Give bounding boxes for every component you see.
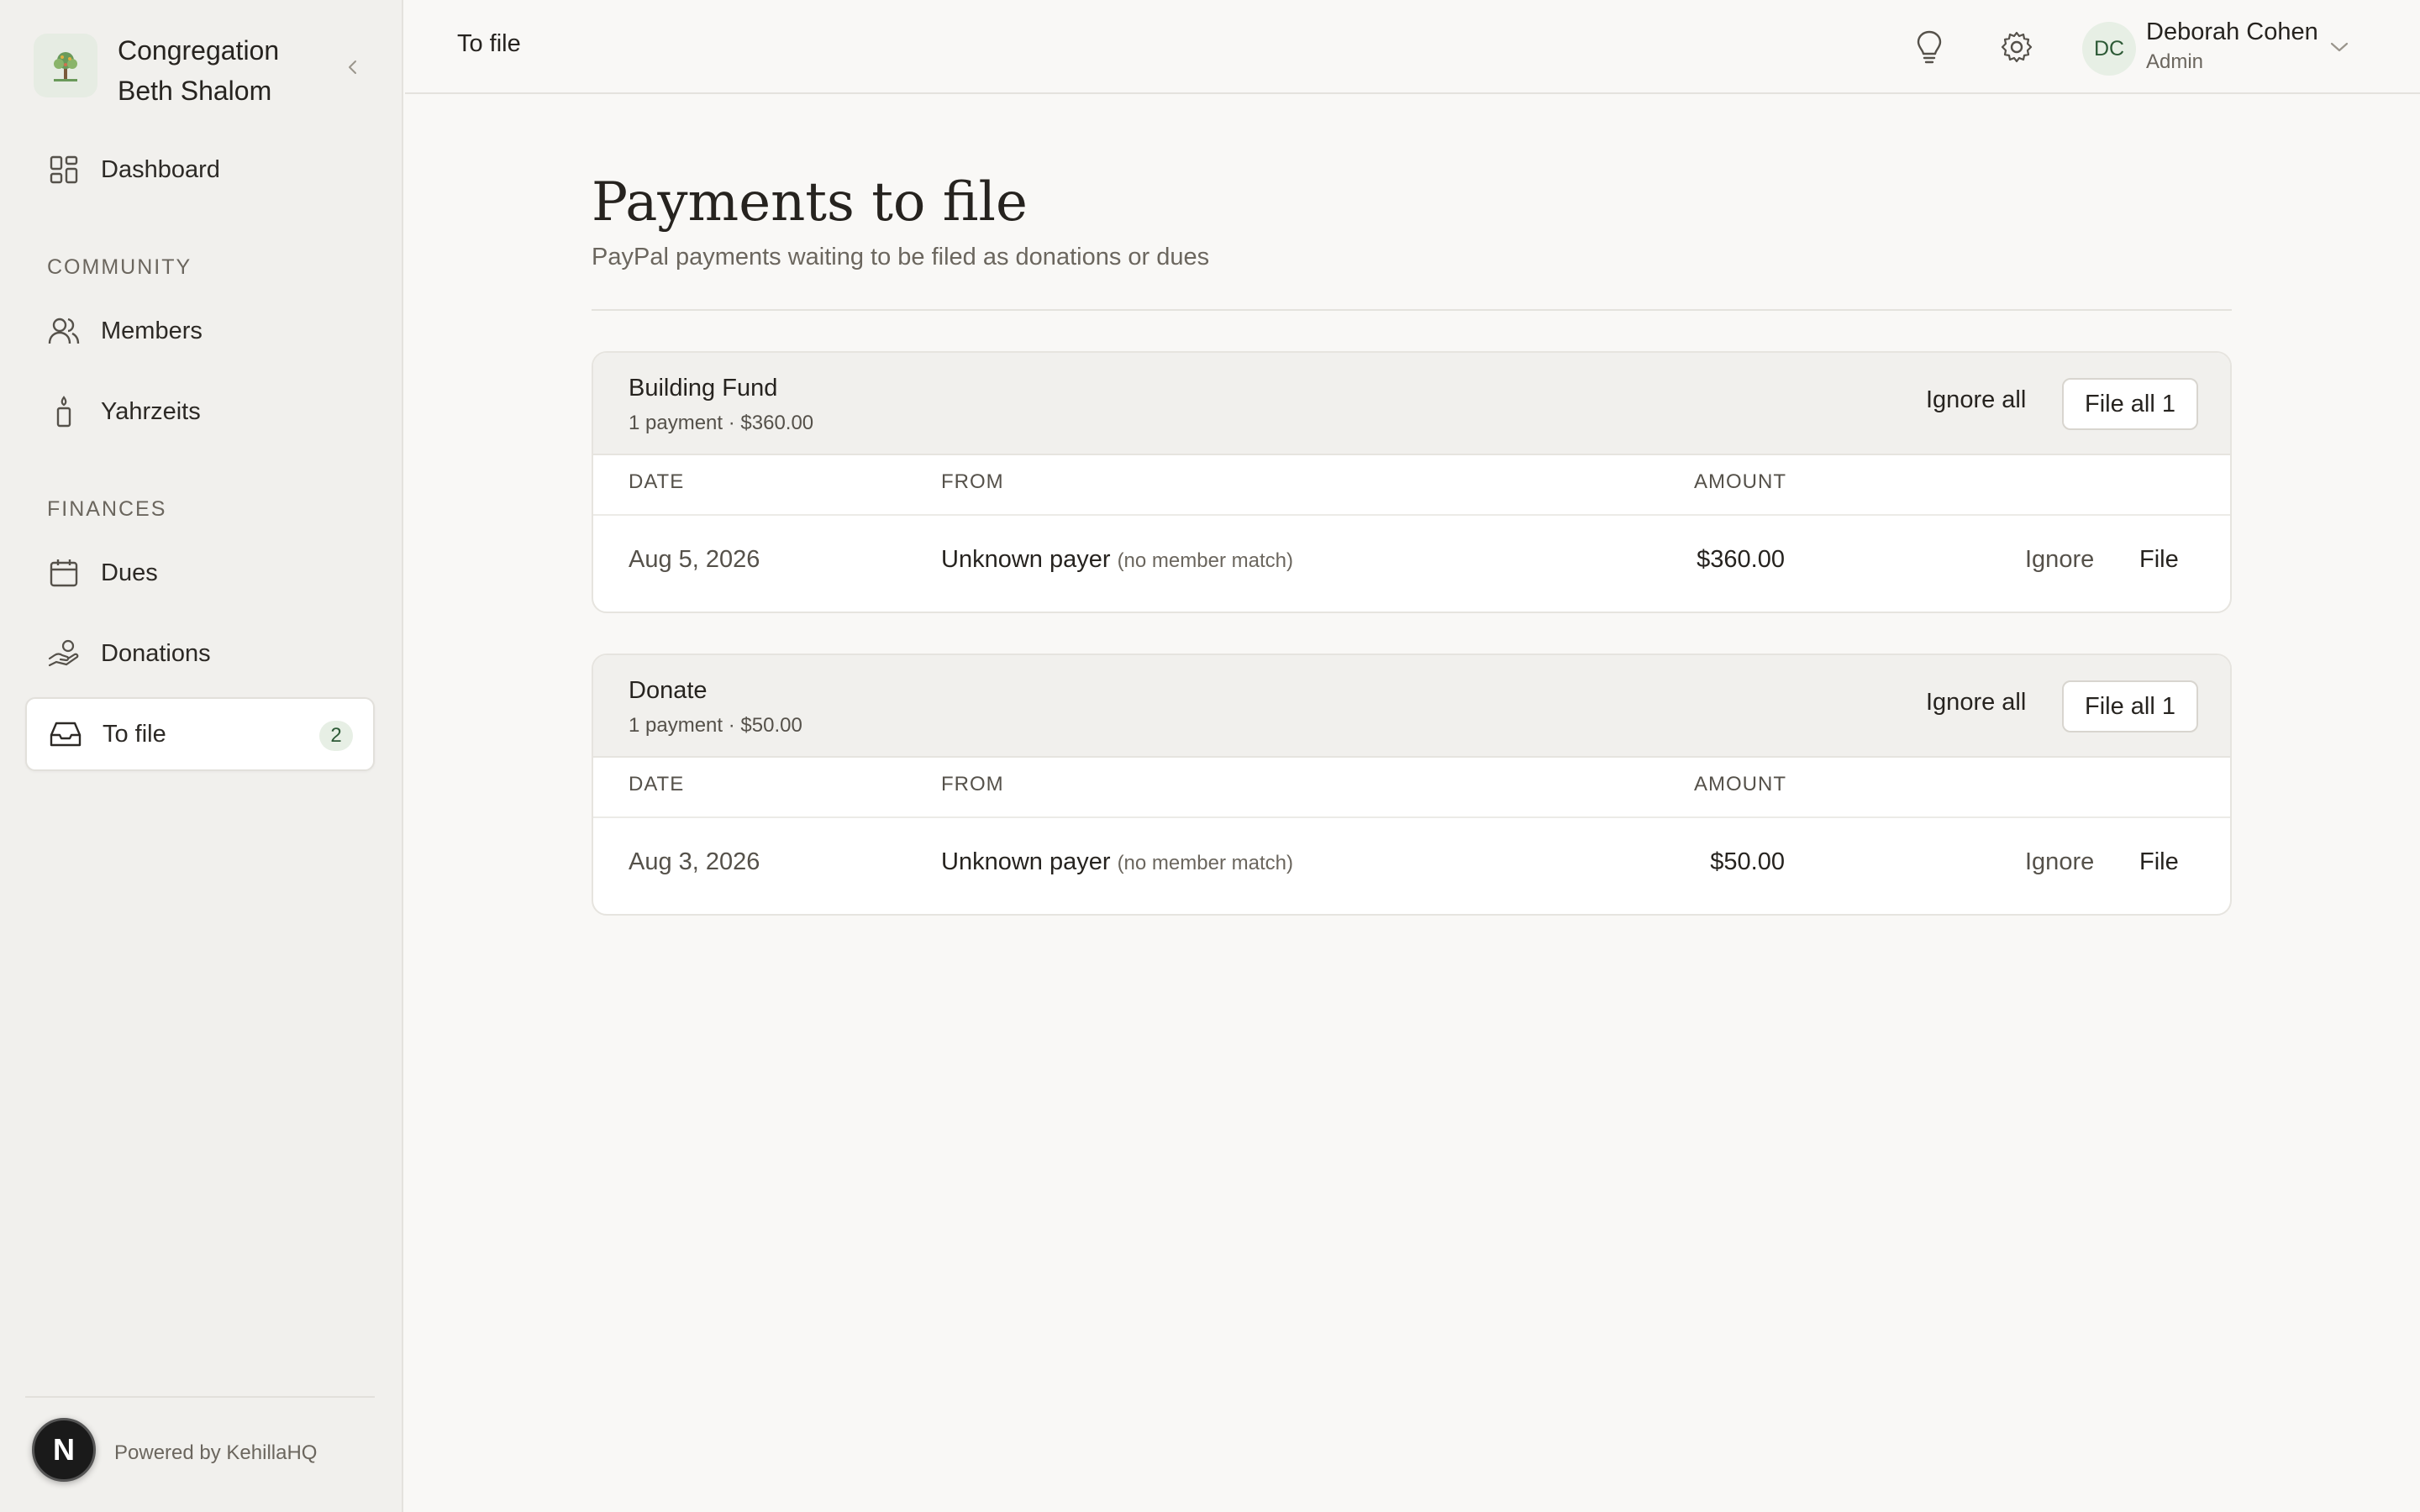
sidebar-item-label: Dashboard (101, 155, 220, 183)
page-subtitle: PayPal payments waiting to be filed as d… (592, 244, 1210, 270)
payment-group-donate: Donate 1 payment · $50.00 Ignore all Fil… (592, 654, 2232, 916)
payment-date: Aug 5, 2026 (629, 546, 760, 573)
avatar[interactable]: DC (2082, 22, 2136, 76)
calendar-icon (47, 556, 81, 590)
group-header: Building Fund 1 payment · $360.00 Ignore… (593, 353, 2230, 455)
payer-name: Unknown payer (941, 546, 1111, 573)
tree-logo-icon (34, 34, 97, 97)
user-role: Admin (2146, 50, 2204, 73)
title-divider (592, 309, 2232, 311)
file-button[interactable]: File (2139, 848, 2179, 876)
sidebar-item-yahrzeits[interactable]: Yahrzeits (25, 375, 375, 449)
ignore-button[interactable]: Ignore (2025, 848, 2094, 876)
group-summary: 1 payment · $360.00 (629, 412, 814, 434)
candle-icon (47, 395, 81, 428)
payment-amount: $360.00 (1697, 546, 1785, 573)
sidebar-item-label: Members (101, 317, 203, 344)
org-brand[interactable]: Congregation Beth Shalom (34, 34, 370, 106)
column-header-from: FROM (941, 773, 1004, 795)
group-summary: 1 payment · $50.00 (629, 714, 802, 737)
sidebar-item-members[interactable]: Members (25, 294, 375, 368)
sidebar-item-donations[interactable]: Donations (25, 617, 375, 690)
header-divider (593, 514, 2230, 516)
payment-date: Aug 3, 2026 (629, 848, 760, 875)
gear-icon[interactable] (1995, 25, 2039, 69)
file-all-button[interactable]: File all 1 (2062, 378, 2198, 430)
sidebar-divider (25, 1396, 375, 1398)
to-file-count-badge: 2 (319, 721, 353, 751)
lightbulb-icon[interactable] (1907, 25, 1951, 69)
section-label-community: COMMUNITY (47, 255, 192, 279)
page-title: Payments to file (592, 171, 1028, 234)
column-header-from: FROM (941, 470, 1004, 493)
file-button[interactable]: File (2139, 546, 2179, 574)
top-bar: To file DC Deborah Cohen Admin (405, 0, 2420, 94)
section-label-finances: FINANCES (47, 497, 167, 521)
column-header-amount: AMOUNT (1694, 773, 1786, 795)
chevron-left-icon (349, 60, 356, 74)
ignore-button[interactable]: Ignore (2025, 546, 2094, 574)
user-name[interactable]: Deborah Cohen (2146, 18, 2318, 46)
member-match-note: (no member match) (1117, 852, 1293, 874)
column-header-amount: AMOUNT (1694, 470, 1786, 493)
payment-group-building-fund: Building Fund 1 payment · $360.00 Ignore… (592, 351, 2232, 613)
payment-from: Unknown payer (no member match) (941, 546, 1293, 574)
group-name: Building Fund (629, 375, 778, 402)
column-header-date: DATE (629, 470, 685, 493)
sidebar-item-label: Yahrzeits (101, 397, 201, 425)
powered-by-text: Powered by KehillaHQ (114, 1441, 318, 1464)
column-header-date: DATE (629, 773, 685, 795)
sidebar-item-dashboard[interactable]: Dashboard (25, 133, 375, 207)
payment-from: Unknown payer (no member match) (941, 848, 1293, 876)
users-icon (47, 314, 81, 348)
sidebar-item-label: Donations (101, 639, 211, 667)
sidebar: Congregation Beth Shalom Dashboard COMMU… (0, 0, 403, 1512)
ignore-all-button[interactable]: Ignore all (1926, 689, 2026, 717)
member-match-note: (no member match) (1117, 549, 1293, 572)
n-logo-button[interactable]: N (32, 1418, 96, 1482)
sidebar-item-label: Dues (101, 559, 158, 586)
collapse-sidebar-button[interactable] (336, 50, 370, 84)
payer-name: Unknown payer (941, 848, 1111, 875)
chevron-down-icon[interactable] (2326, 34, 2353, 60)
file-all-button[interactable]: File all 1 (2062, 680, 2198, 732)
group-name: Donate (629, 677, 708, 704)
header-divider (593, 816, 2230, 818)
org-name: Congregation Beth Shalom (118, 35, 280, 106)
group-header: Donate 1 payment · $50.00 Ignore all Fil… (593, 655, 2230, 758)
hand-coins-icon (47, 637, 81, 670)
sidebar-item-dues[interactable]: Dues (25, 536, 375, 610)
dashboard-grid-icon (47, 153, 81, 186)
sidebar-item-label: To file (103, 720, 166, 748)
inbox-icon (49, 717, 82, 751)
sidebar-item-to-file[interactable]: To file 2 (25, 697, 375, 771)
ignore-all-button[interactable]: Ignore all (1926, 386, 2026, 414)
payment-amount: $50.00 (1710, 848, 1785, 875)
breadcrumb: To file (457, 30, 521, 57)
